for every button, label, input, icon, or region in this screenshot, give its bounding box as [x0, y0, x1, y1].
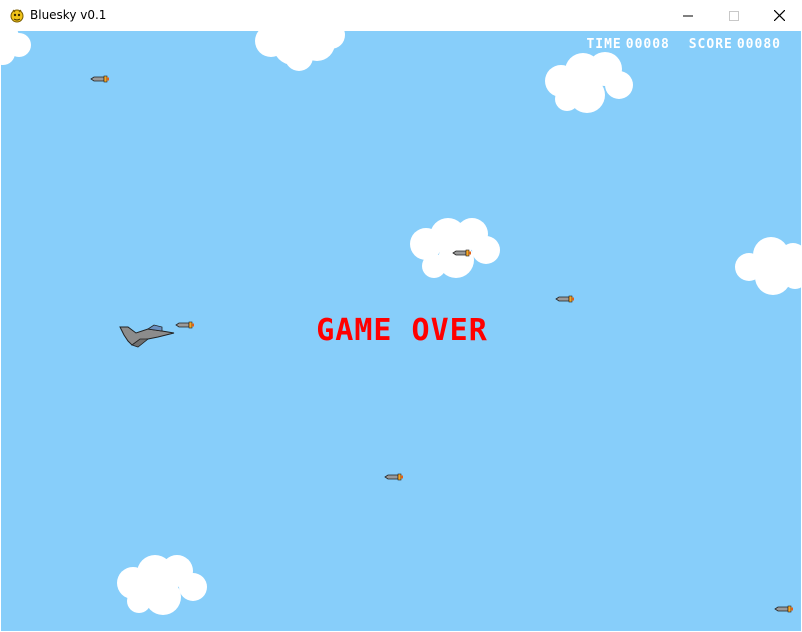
time-label: TIME [586, 37, 622, 52]
minimize-button[interactable] [665, 0, 711, 31]
cloud-icon [255, 31, 345, 71]
missile-icon [90, 75, 109, 83]
missile-icon [452, 249, 471, 257]
close-button[interactable] [756, 0, 802, 31]
cloud-icon [735, 237, 801, 295]
maximize-button[interactable] [711, 0, 757, 31]
missile-icon [175, 321, 194, 329]
title-bar[interactable]: Bluesky v0.1 [0, 0, 802, 31]
cloud-icon [1, 31, 31, 65]
window-title: Bluesky v0.1 [30, 8, 107, 22]
minimize-icon [683, 15, 693, 16]
score-label: SCORE [688, 37, 733, 52]
missile-icon [384, 473, 403, 481]
time-value: 00008 [625, 37, 670, 52]
hud: TIME 00008 SCORE 00080 [576, 37, 781, 52]
game-over-message: GAME OVER [316, 313, 488, 348]
maximize-icon [729, 10, 739, 21]
missile-icon [555, 295, 574, 303]
cloud-icon [545, 52, 633, 113]
fighter-jet-icon [119, 324, 175, 348]
missile-icon [774, 605, 793, 613]
cloud-icon [117, 555, 207, 615]
pygame-icon [10, 9, 24, 23]
close-icon [773, 10, 785, 21]
game-canvas[interactable]: TIME 00008 SCORE 00080 GAME OVER [1, 31, 801, 631]
score-value: 00080 [736, 37, 781, 52]
